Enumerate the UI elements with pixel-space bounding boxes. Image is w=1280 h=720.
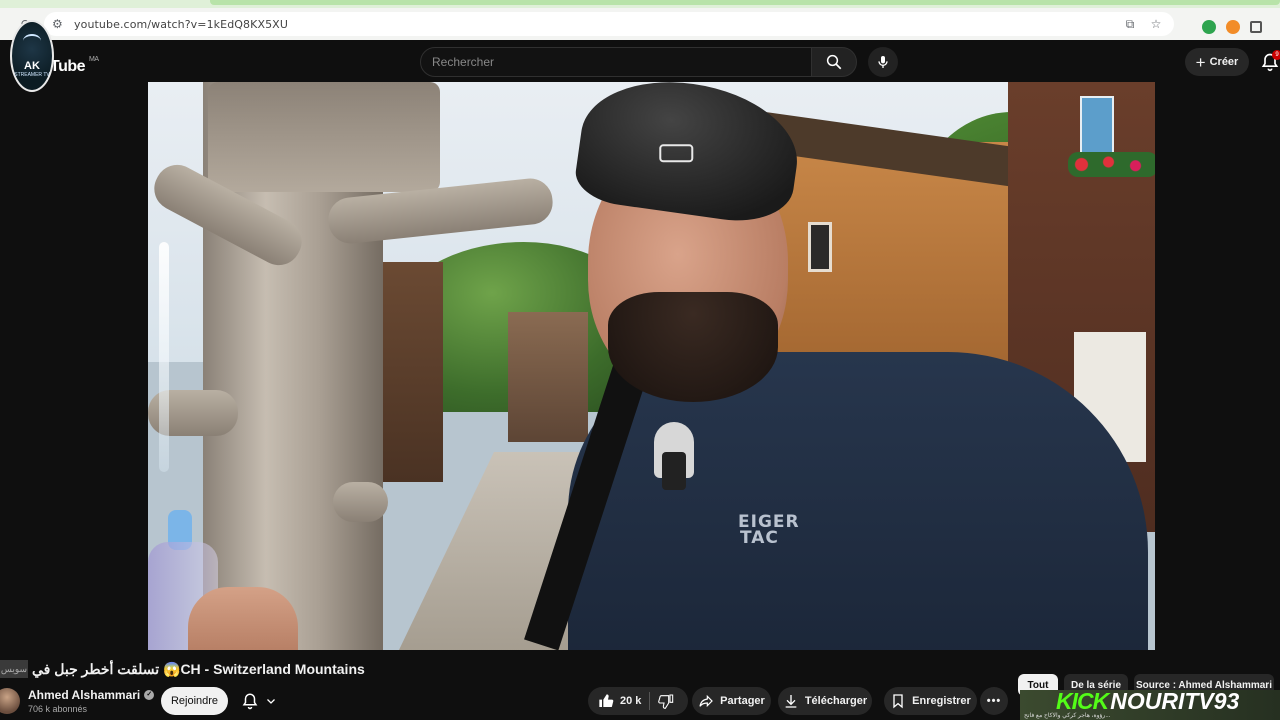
kick-overlay: KICK NOURITV93: [1056, 688, 1239, 714]
eagle-icon: [23, 34, 41, 48]
like-separator: [649, 692, 651, 710]
extension-orange-icon[interactable]: [1226, 20, 1240, 34]
bookmark-icon: [893, 694, 903, 709]
cap-logo-icon: [659, 144, 694, 163]
avatar-subtext: STREAMER TV: [14, 72, 50, 78]
youtube-logo[interactable]: Tube MA: [50, 56, 99, 76]
share-button[interactable]: Partager: [692, 687, 771, 715]
notification-badge: 9: [1272, 50, 1280, 60]
extension-green-icon[interactable]: [1202, 20, 1216, 34]
join-button[interactable]: Rejoindre: [161, 687, 228, 715]
video-hand: [188, 587, 298, 650]
verified-check-icon: ✓: [144, 690, 155, 700]
page: ⟳ ⚙ youtube.com/watch?v=1kEdQ8KX5XU ⧉ ☆ …: [0, 0, 1280, 720]
site-settings-icon[interactable]: ⚙: [52, 17, 66, 31]
microphone-icon: [878, 56, 888, 68]
extensions-area: [1202, 20, 1262, 34]
streamer-avatar-logo: AK STREAMER TV: [10, 20, 54, 92]
channel-name[interactable]: Ahmed Alshammari ✓: [28, 688, 155, 702]
video-post-cap: [208, 82, 440, 192]
more-actions-button[interactable]: •••: [980, 687, 1008, 715]
channel-name-text[interactable]: Ahmed Alshammari: [28, 688, 140, 702]
streamer-handle: NOURITV93: [1110, 688, 1240, 714]
video-player[interactable]: EIGER TAC: [148, 82, 1155, 650]
share-label: Partager: [720, 695, 765, 707]
address-bar[interactable]: ⚙ youtube.com/watch?v=1kEdQ8KX5XU ⧉ ☆: [44, 12, 1174, 36]
channel-avatar[interactable]: [0, 688, 20, 714]
region-code: MA: [89, 56, 99, 63]
like-button[interactable]: 20 k: [588, 687, 641, 715]
chevron-down-icon: [267, 699, 275, 704]
share-icon: [699, 694, 714, 708]
search-button[interactable]: [811, 47, 857, 77]
thumbs-up-icon: [599, 694, 614, 707]
like-count: 20 k: [620, 695, 642, 707]
search-icon: [826, 54, 842, 70]
shirt-logo-line2: TAC: [740, 528, 779, 548]
thumbs-down-icon[interactable]: [658, 693, 674, 709]
download-button[interactable]: Télécharger: [778, 687, 872, 715]
download-label: Télécharger: [804, 695, 868, 707]
avatar-initials: AK: [24, 60, 40, 72]
browser-toolbar: ⟳ ⚙ youtube.com/watch?v=1kEdQ8KX5XU ⧉ ☆: [0, 8, 1280, 40]
video-title: تسلقت أخطر جبل في 😱CH - Switzerland Moun…: [32, 660, 365, 677]
install-app-icon[interactable]: ⧉: [1122, 16, 1138, 32]
shirt-logo: EIGER TAC: [738, 514, 800, 548]
kick-logo-text: KICK: [1056, 688, 1109, 714]
subscriber-count: 706 k abonnés: [28, 704, 88, 714]
like-dislike-group: 20 k: [588, 687, 688, 715]
bookmark-star-icon[interactable]: ☆: [1148, 16, 1164, 32]
save-label: Enregistrer: [912, 695, 971, 707]
save-button[interactable]: Enregistrer: [884, 687, 977, 715]
browser-tab-strip: [0, 0, 1280, 8]
search-box: [420, 47, 812, 77]
voice-search-button[interactable]: [868, 47, 898, 77]
url-text[interactable]: youtube.com/watch?v=1kEdQ8KX5XU: [74, 18, 288, 31]
extensions-puzzle-icon[interactable]: [1250, 21, 1262, 33]
create-label: Créer: [1209, 56, 1239, 68]
video-water-stream: [159, 242, 169, 472]
bell-icon: [242, 693, 258, 710]
search-input[interactable]: [421, 48, 811, 76]
create-button[interactable]: + Créer: [1185, 48, 1249, 76]
download-icon: [785, 695, 797, 708]
title-tag: سويس: [0, 660, 28, 678]
lapel-mic: [654, 422, 694, 490]
subscription-bell-button[interactable]: [235, 687, 283, 715]
video-house-left: [373, 262, 443, 482]
logo-text: Tube: [50, 58, 86, 75]
video-title-row: سويس تسلقت أخطر جبل في 😱CH - Switzerland…: [0, 656, 1000, 682]
video-person: EIGER TAC: [524, 82, 1155, 650]
plus-icon: +: [1195, 52, 1206, 72]
